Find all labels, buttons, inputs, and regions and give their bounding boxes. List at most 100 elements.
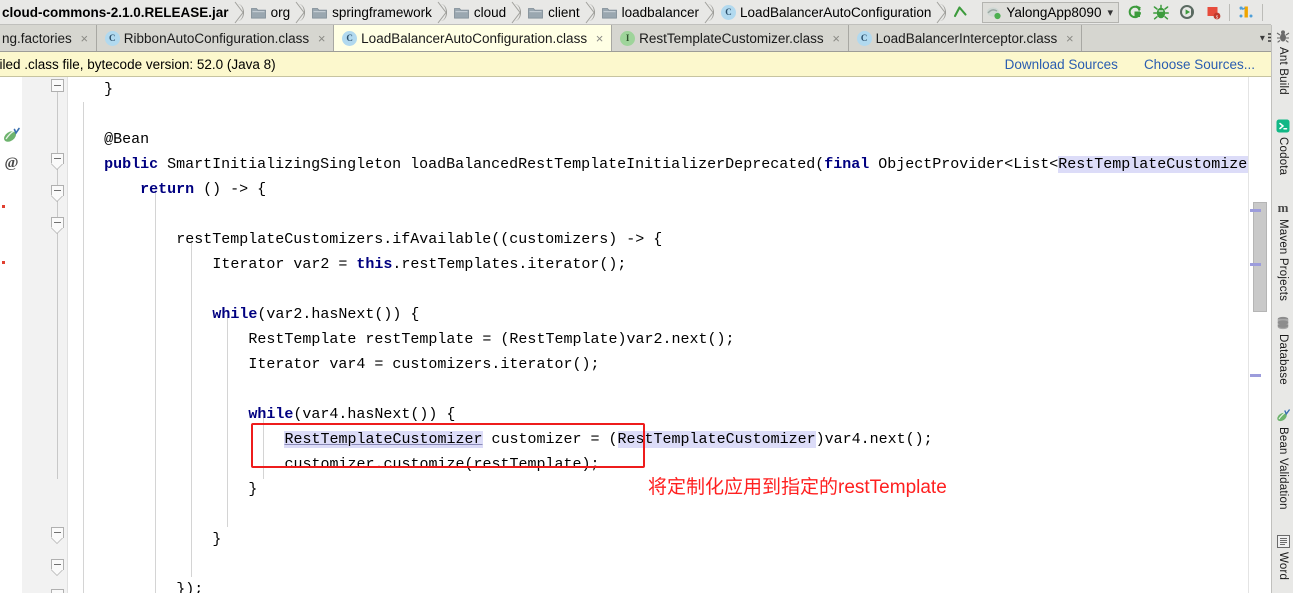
code-line: } bbox=[248, 477, 257, 502]
breadcrumb-label: LoadBalancerAutoConfiguration bbox=[739, 4, 932, 20]
close-icon[interactable]: × bbox=[594, 31, 605, 46]
breadcrumb-item-client[interactable]: client bbox=[522, 0, 585, 25]
code-editor[interactable]: } @Bean public SmartInitializingSingleton … bbox=[68, 77, 1248, 593]
code-token: Iterator var4 = customizers.iterator(); bbox=[248, 356, 600, 373]
run-coverage-icon[interactable] bbox=[1174, 1, 1200, 24]
indent-guide bbox=[155, 192, 156, 593]
hot-swap-icon[interactable] bbox=[1233, 1, 1259, 24]
editor-gutter[interactable] bbox=[22, 77, 68, 593]
code-token: } bbox=[248, 481, 258, 498]
codota-icon bbox=[1275, 118, 1291, 134]
close-icon[interactable]: × bbox=[1064, 31, 1075, 46]
occurrence-marker[interactable] bbox=[1250, 374, 1261, 377]
code-token: (var2.hasNext()) { bbox=[257, 306, 420, 323]
inspection-dot bbox=[2, 261, 5, 264]
class-icon: C bbox=[720, 4, 736, 20]
fold-marker[interactable] bbox=[51, 589, 64, 593]
code-token-highlighted: while bbox=[248, 406, 294, 423]
code-token: SmartInitializingSingleton loadBalancedR… bbox=[167, 156, 825, 173]
run-config-icon bbox=[986, 5, 1003, 20]
tab-rest-template-customizer[interactable]: I RestTemplateCustomizer.class × bbox=[612, 25, 849, 51]
close-icon[interactable]: × bbox=[316, 31, 327, 46]
code-token-highlighted: RestTemplateCustomizer bbox=[617, 431, 816, 448]
folder-icon bbox=[250, 6, 266, 19]
breadcrumb-item-class[interactable]: C LoadBalancerAutoConfiguration bbox=[715, 0, 936, 25]
code-line: while(var2.hasNext()) { bbox=[212, 302, 419, 327]
annotation-at-icon[interactable]: @ bbox=[3, 155, 20, 172]
toolbar-separator bbox=[1228, 3, 1230, 21]
code-token-highlighted: RestTemplateCustomizer bbox=[284, 431, 483, 448]
code-line: while(var4.hasNext()) { bbox=[248, 402, 455, 427]
tool-window-ant-build[interactable]: Ant Build bbox=[1272, 28, 1293, 95]
tab-ribbon-auto-configuration[interactable]: C RibbonAutoConfiguration.class × bbox=[96, 25, 335, 51]
stripe-corner bbox=[1271, 0, 1293, 25]
fold-marker[interactable] bbox=[51, 153, 64, 170]
rerun-icon[interactable] bbox=[1122, 1, 1148, 24]
tool-window-maven-projects[interactable]: m Maven Projects bbox=[1272, 200, 1293, 301]
breadcrumb-label: loadbalancer bbox=[621, 4, 699, 20]
tool-window-codota[interactable]: Codota bbox=[1272, 118, 1293, 175]
editor-tab-bar: ng.factories × C RibbonAutoConfiguration… bbox=[0, 25, 1293, 52]
breadcrumb-item-jar[interactable]: cloud-commons-2.1.0.RELEASE.jar bbox=[0, 0, 234, 25]
breadcrumb-separator bbox=[511, 0, 522, 25]
code-token: .restTemplates.iterator(); bbox=[392, 256, 627, 273]
code-line: } bbox=[212, 527, 221, 552]
breadcrumb-item-cloud[interactable]: cloud bbox=[448, 0, 511, 25]
breadcrumb-item-org[interactable]: org bbox=[245, 0, 296, 25]
fold-line bbox=[57, 85, 58, 479]
tab-spring-factories[interactable]: ng.factories × bbox=[0, 25, 97, 51]
editor-scrollbar[interactable] bbox=[1248, 77, 1271, 593]
tab-label: RibbonAutoConfiguration.class bbox=[123, 30, 310, 46]
choose-sources-link[interactable]: Choose Sources... bbox=[1144, 57, 1255, 72]
tool-window-bean-validation[interactable]: Bean Validation bbox=[1272, 408, 1293, 510]
back-arrow-icon[interactable] bbox=[947, 1, 973, 24]
tab-label: RestTemplateCustomizer.class bbox=[639, 30, 824, 46]
fold-marker[interactable] bbox=[51, 185, 64, 202]
tool-window-database[interactable]: Database bbox=[1272, 315, 1293, 385]
chevron-down-icon[interactable]: ▾ bbox=[1260, 33, 1265, 44]
close-icon[interactable]: × bbox=[831, 31, 842, 46]
breadcrumb-item-loadbalancer[interactable]: loadbalancer bbox=[596, 0, 704, 25]
bug-icon[interactable] bbox=[1148, 1, 1174, 24]
fold-marker[interactable] bbox=[51, 559, 64, 576]
chevron-down-icon[interactable]: ▾ bbox=[1107, 6, 1113, 19]
breadcrumb-separator bbox=[234, 0, 245, 25]
spring-bean-icon[interactable] bbox=[2, 127, 20, 148]
code-token-highlighted: final bbox=[824, 156, 879, 173]
code-token: } bbox=[212, 531, 222, 548]
code-line: Iterator var2 = this.restTemplates.itera… bbox=[212, 252, 626, 277]
tool-window-label: Codota bbox=[1277, 137, 1289, 176]
tab-load-balancer-interceptor[interactable]: C LoadBalancerInterceptor.class × bbox=[848, 25, 1083, 51]
ide-window: cloud-commons-2.1.0.RELEASE.jar org spri… bbox=[0, 0, 1293, 593]
toolbar-separator bbox=[1261, 3, 1263, 21]
tab-load-balancer-auto-configuration[interactable]: C LoadBalancerAutoConfiguration.class × bbox=[334, 25, 613, 51]
breadcrumb-item-springframework[interactable]: springframework bbox=[306, 0, 437, 25]
indent-guide bbox=[227, 317, 228, 527]
scrollbar-thumb[interactable] bbox=[1253, 202, 1267, 312]
right-tool-window-bar: Ant Build Codota m Maven Projects Databa… bbox=[1271, 0, 1293, 593]
breadcrumb-separator bbox=[437, 0, 448, 25]
breadcrumb-separator bbox=[704, 0, 715, 25]
breadcrumb-jar-label: cloud-commons-2.1.0.RELEASE.jar bbox=[2, 4, 229, 20]
fold-marker[interactable] bbox=[51, 79, 64, 92]
code-token-highlighted: this bbox=[356, 256, 393, 273]
tool-window-label: Maven Projects bbox=[1277, 219, 1289, 302]
class-icon: C bbox=[856, 30, 872, 46]
class-icon: C bbox=[104, 30, 120, 46]
code-token: } bbox=[104, 81, 114, 98]
close-icon[interactable]: × bbox=[79, 31, 90, 46]
folder-icon bbox=[312, 6, 327, 19]
code-token: @Bean bbox=[104, 131, 150, 148]
occurrence-marker[interactable] bbox=[1250, 263, 1261, 266]
code-token: customizer = ( bbox=[482, 431, 618, 448]
code-token-highlighted: while bbox=[212, 306, 258, 323]
stop-icon[interactable]: s bbox=[1200, 1, 1226, 24]
fold-marker[interactable] bbox=[51, 217, 64, 234]
occurrence-marker[interactable] bbox=[1250, 209, 1261, 212]
inspection-dot bbox=[2, 205, 5, 208]
word-icon bbox=[1275, 533, 1291, 549]
fold-marker[interactable] bbox=[51, 527, 64, 544]
download-sources-link[interactable]: Download Sources bbox=[1005, 57, 1118, 72]
run-configuration-selector[interactable]: YalongApp8090 ▾ bbox=[982, 1, 1119, 23]
tool-window-word[interactable]: Word bbox=[1272, 533, 1293, 580]
